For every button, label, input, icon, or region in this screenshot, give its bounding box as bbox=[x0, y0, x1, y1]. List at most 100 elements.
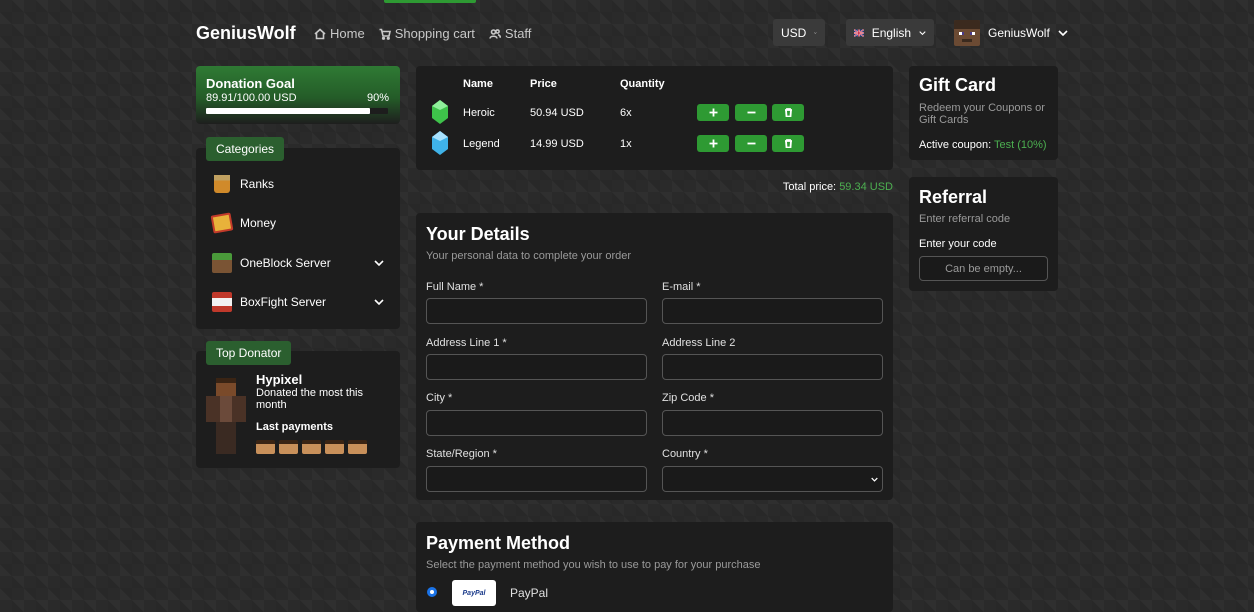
full-name-label: Full Name * bbox=[426, 281, 484, 293]
cart-total-label: Total price: bbox=[782, 181, 837, 193]
cart-total-value: 59.34 USD bbox=[839, 181, 893, 193]
active-coupon: Active coupon: Test (10%) bbox=[919, 139, 1047, 151]
top-donator-description: Donated the most this month bbox=[256, 387, 364, 411]
chevron-down-icon bbox=[374, 299, 384, 305]
cart-header-name: Name bbox=[463, 78, 493, 90]
money-icon bbox=[210, 212, 234, 234]
cart-header-quantity: Quantity bbox=[620, 78, 665, 90]
active-coupon-value: Test (10%) bbox=[994, 139, 1047, 151]
nav-staff[interactable]: Staff bbox=[489, 26, 532, 41]
state-label: State/Region * bbox=[426, 448, 497, 460]
category-ranks[interactable]: Ranks bbox=[212, 175, 384, 193]
category-label: Money bbox=[240, 216, 277, 230]
nav-shopping-cart-label: Shopping cart bbox=[394, 26, 475, 41]
payment-title: Payment Method bbox=[426, 533, 571, 553]
donation-progress-fill bbox=[206, 108, 370, 114]
zip-label: Zip Code * bbox=[662, 392, 714, 404]
grass-block-icon bbox=[212, 253, 232, 273]
category-label: BoxFight Server bbox=[240, 295, 327, 309]
address2-label: Address Line 2 bbox=[662, 337, 736, 349]
nav-active-indicator bbox=[384, 0, 476, 3]
nav-shopping-cart[interactable]: Shopping cart bbox=[379, 26, 475, 41]
avatar[interactable] bbox=[256, 440, 275, 454]
country-select[interactable] bbox=[662, 466, 883, 492]
category-label: OneBlock Server bbox=[240, 256, 331, 270]
paypal-radio[interactable] bbox=[427, 587, 437, 597]
cart-header-price: Price bbox=[530, 78, 557, 90]
top-donator-skin bbox=[206, 378, 246, 454]
paypal-logo-text: PayPal bbox=[462, 589, 486, 597]
nav-home-label: Home bbox=[330, 26, 365, 41]
donation-progress-bar bbox=[206, 108, 388, 114]
donation-goal-percent: 90% bbox=[366, 92, 389, 104]
referral-subtitle: Enter referral code bbox=[919, 213, 1011, 225]
referral-title: Referral bbox=[919, 187, 988, 207]
payment-subtitle: Select the payment method you wish to us… bbox=[426, 559, 761, 571]
minus-icon bbox=[747, 111, 755, 114]
nav-home[interactable]: Home bbox=[314, 26, 365, 41]
donation-goal-card: Donation Goal 89.91/100.00 USD 90% bbox=[196, 66, 400, 124]
main-nav: Home Shopping cart Staff bbox=[314, 26, 537, 41]
avatar[interactable] bbox=[279, 440, 298, 454]
chevron-down-icon bbox=[919, 30, 926, 35]
language-select[interactable]: English bbox=[846, 19, 934, 46]
email-label: E-mail * bbox=[662, 281, 701, 293]
increase-quantity-button[interactable] bbox=[697, 104, 729, 121]
chevron-down-icon bbox=[1058, 30, 1068, 36]
brand-logo[interactable]: GeniusWolf bbox=[196, 23, 296, 44]
active-coupon-label: Active coupon: bbox=[919, 139, 992, 151]
cart-item-name: Legend bbox=[463, 138, 500, 150]
details-subtitle: Your personal data to complete your orde… bbox=[426, 250, 632, 262]
remove-item-button[interactable] bbox=[772, 135, 804, 152]
details-title: Your Details bbox=[426, 224, 530, 244]
plus-icon bbox=[709, 139, 717, 148]
heroic-gem-icon bbox=[432, 100, 448, 124]
zip-input[interactable] bbox=[662, 410, 883, 436]
top-donator-name: Hypixel bbox=[256, 372, 303, 387]
category-oneblock-server[interactable]: OneBlock Server bbox=[212, 253, 384, 273]
cart-item-price: 50.94 USD bbox=[530, 107, 584, 119]
currency-value: USD bbox=[781, 25, 807, 40]
country-label: Country * bbox=[662, 448, 708, 460]
plus-icon bbox=[709, 108, 717, 117]
avatar[interactable] bbox=[348, 440, 367, 454]
home-icon bbox=[314, 27, 326, 39]
address1-input[interactable] bbox=[426, 354, 647, 380]
remove-item-button[interactable] bbox=[772, 104, 804, 121]
chevron-down-icon bbox=[374, 260, 384, 266]
tnt-icon bbox=[212, 292, 232, 312]
cart-item-price: 14.99 USD bbox=[530, 138, 584, 150]
referral-code-input[interactable] bbox=[919, 256, 1048, 281]
chevron-down-icon bbox=[871, 477, 878, 482]
full-name-input[interactable] bbox=[426, 298, 647, 324]
trash-icon bbox=[784, 108, 792, 117]
last-payments-title: Last payments bbox=[256, 421, 334, 433]
avatar[interactable] bbox=[302, 440, 321, 454]
chevron-down-icon bbox=[814, 31, 817, 34]
decrease-quantity-button[interactable] bbox=[735, 135, 767, 152]
address2-input[interactable] bbox=[662, 354, 883, 380]
nav-staff-label: Staff bbox=[504, 26, 532, 41]
users-icon bbox=[489, 28, 501, 39]
avatar bbox=[954, 20, 980, 46]
bucket-icon bbox=[214, 175, 230, 193]
state-input[interactable] bbox=[426, 466, 647, 492]
avatar[interactable] bbox=[325, 440, 344, 454]
gift-card-subtitle: Redeem your Coupons or Gift Cards bbox=[919, 102, 1045, 126]
category-money[interactable]: Money bbox=[210, 212, 384, 234]
cart-item-name: Heroic bbox=[463, 107, 495, 119]
cart-item-quantity: 1x bbox=[620, 138, 632, 150]
decrease-quantity-button[interactable] bbox=[735, 104, 767, 121]
city-input[interactable] bbox=[426, 410, 647, 436]
increase-quantity-button[interactable] bbox=[697, 135, 729, 152]
currency-select[interactable]: USD bbox=[773, 19, 825, 46]
trash-icon bbox=[784, 139, 792, 148]
category-boxfight-server[interactable]: BoxFight Server bbox=[212, 292, 384, 312]
gift-card-title: Gift Card bbox=[919, 75, 997, 95]
user-menu[interactable]: GeniusWolf bbox=[954, 20, 1068, 46]
address1-label: Address Line 1 * bbox=[426, 337, 507, 349]
top-donator-title: Top Donator bbox=[206, 341, 292, 365]
donation-goal-title: Donation Goal bbox=[206, 76, 295, 91]
cart-icon bbox=[379, 28, 391, 40]
email-input[interactable] bbox=[662, 298, 883, 324]
